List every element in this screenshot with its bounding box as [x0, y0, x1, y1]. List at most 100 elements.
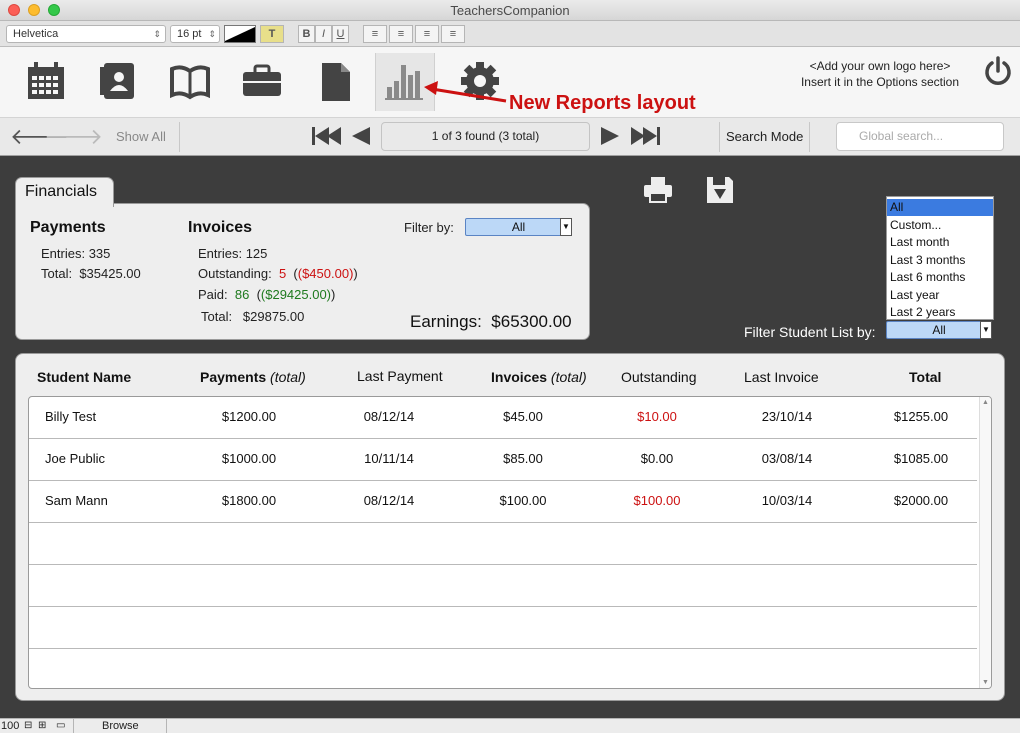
invoices-total: Total: $29875.00 — [201, 309, 304, 324]
align-left-icon: ≡ — [371, 28, 379, 40]
zoom-window-button[interactable] — [48, 4, 60, 16]
scrollbar[interactable]: ▲ ▼ — [979, 397, 991, 688]
font-select[interactable]: Helvetica ⇕ — [6, 25, 166, 43]
forward-arrow-icon[interactable]: 🡒 — [44, 126, 103, 148]
dropdown-arrow-icon: ▼ — [560, 218, 572, 236]
show-all-button[interactable]: Show All — [116, 129, 166, 144]
italic-button[interactable]: I — [315, 25, 332, 43]
col-payments: Payments (total) — [200, 369, 306, 385]
cell-last-payment: 10/11/14 — [364, 451, 414, 466]
label: Total: — [201, 309, 233, 324]
status-bar: 100 ⊟ ⊞ ▭ Browse — [0, 718, 1020, 733]
last-record-icon[interactable] — [628, 124, 662, 148]
icon-toolbar: New Reports layout <Add your own logo he… — [0, 47, 1020, 118]
option-last-3-months[interactable]: Last 3 months — [890, 252, 965, 270]
text-color-button[interactable]: T — [260, 25, 284, 43]
invoices-outstanding: Outstanding: 5 (($450.00)) — [198, 266, 358, 281]
align-right-icon: ≡ — [423, 28, 431, 40]
cell-outstanding: $100.00 — [633, 493, 681, 508]
scroll-down-icon[interactable]: ▼ — [980, 679, 991, 686]
power-icon[interactable] — [982, 55, 1014, 87]
cell-last-payment: 08/12/14 — [363, 493, 415, 508]
sub: (total) — [550, 369, 587, 385]
format-bar: Helvetica ⇕ 16 pt ⇕ T B I U ≡ ≡ ≡ ≡ — [0, 21, 1020, 47]
col-student-name: Student Name — [37, 369, 132, 385]
document-icon[interactable] — [314, 59, 358, 103]
cell-invoices: $45.00 — [503, 409, 543, 424]
global-search-input[interactable]: Global search... — [836, 122, 1004, 151]
student-filter-select[interactable]: All ▼ — [886, 321, 992, 339]
label: Total: — [41, 266, 73, 281]
amount: ($29425.00) — [260, 287, 332, 302]
align-center-icon: ≡ — [397, 28, 405, 40]
earnings: Earnings: $65300.00 — [410, 312, 572, 332]
col-invoices: Invoices (total) — [491, 369, 587, 385]
underline-button[interactable]: U — [332, 25, 349, 43]
color-swatch[interactable] — [224, 25, 256, 43]
table-row[interactable]: Sam Mann $1800.00 08/12/14 $100.00 $100.00 10… — [29, 481, 977, 523]
option-last-year[interactable]: Last year — [890, 287, 965, 305]
count: 86 — [234, 287, 250, 302]
label: Earnings: — [410, 312, 482, 331]
first-record-icon[interactable] — [310, 124, 344, 148]
scroll-up-icon[interactable]: ▲ — [980, 399, 991, 406]
option-all[interactable]: All — [890, 199, 965, 217]
option-last-month[interactable]: Last month — [890, 234, 965, 252]
justify-icon: ≡ — [449, 28, 457, 40]
app-window: TeachersCompanion Helvetica ⇕ 16 pt ⇕ T … — [0, 0, 1020, 733]
cell-last-invoice: 03/08/14 — [761, 451, 813, 466]
empty-row — [29, 607, 977, 649]
label: Invoices — [491, 369, 548, 385]
divider — [719, 122, 720, 152]
align-right-button[interactable]: ≡ — [415, 25, 439, 43]
financials-tab[interactable]: Financials — [15, 177, 114, 207]
option-list: All Custom... Last month Last 3 months L… — [890, 199, 965, 322]
next-record-icon[interactable] — [599, 124, 621, 148]
student-filter-label: Filter Student List by: — [744, 324, 876, 340]
align-center-button[interactable]: ≡ — [389, 25, 413, 43]
search-mode-button[interactable]: Search Mode — [726, 129, 803, 144]
cell-invoices: $85.00 — [503, 451, 543, 466]
zoom-out-icon[interactable]: ⊟ — [24, 719, 32, 733]
option-last-2-years[interactable]: Last 2 years — [890, 304, 965, 322]
justify-button[interactable]: ≡ — [441, 25, 465, 43]
font-select-value: Helvetica — [13, 28, 59, 40]
option-custom[interactable]: Custom... — [890, 217, 965, 235]
zoom-in-icon[interactable]: ⊞ — [38, 719, 46, 733]
table-row[interactable]: Joe Public $1000.00 10/11/14 $85.00 $0.00 03/… — [29, 439, 977, 481]
col-outstanding: Outstanding — [621, 369, 697, 385]
sub: (total) — [270, 369, 306, 385]
font-size-select[interactable]: 16 pt ⇕ — [170, 25, 220, 43]
empty-row — [29, 523, 977, 565]
label: Outstanding: — [198, 266, 272, 281]
filter-label: Filter by: — [404, 220, 454, 235]
cell-total: $1255.00 — [893, 409, 949, 424]
layout-toggle-icon[interactable]: ▭ — [56, 719, 65, 733]
title-bar: TeachersCompanion — [0, 0, 1020, 21]
table-row[interactable]: Billy Test $1200.00 08/12/14 $45.00 $10.00 23… — [29, 397, 977, 439]
previous-record-icon[interactable] — [350, 124, 372, 148]
dropdown-arrow-icon: ▼ — [980, 321, 992, 339]
invoices-title: Invoices — [188, 219, 253, 236]
calendar-icon[interactable] — [24, 59, 68, 103]
cell-last-payment: 08/12/14 — [363, 409, 415, 424]
align-left-button[interactable]: ≡ — [363, 25, 387, 43]
close-window-button[interactable] — [8, 4, 20, 16]
italic-label: I — [321, 28, 326, 40]
cell-total: $2000.00 — [893, 493, 949, 508]
print-icon[interactable] — [643, 175, 673, 205]
cell-invoices: $100.00 — [499, 493, 547, 508]
minimize-window-button[interactable] — [28, 4, 40, 16]
payments-title: Payments — [30, 219, 106, 236]
value: $29875.00 — [242, 309, 305, 324]
payments-entries: Entries: 335 — [41, 246, 110, 261]
book-icon[interactable] — [168, 59, 212, 103]
briefcase-icon[interactable] — [240, 59, 284, 103]
bold-button[interactable]: B — [298, 25, 315, 43]
financials-filter-select[interactable]: All ▼ — [465, 218, 572, 236]
cell-outstanding: $0.00 — [640, 451, 674, 466]
logo-line-1: <Add your own logo here> — [809, 59, 951, 73]
contacts-icon[interactable] — [96, 59, 140, 103]
save-icon[interactable] — [705, 175, 735, 205]
option-last-6-months[interactable]: Last 6 months — [890, 269, 965, 287]
